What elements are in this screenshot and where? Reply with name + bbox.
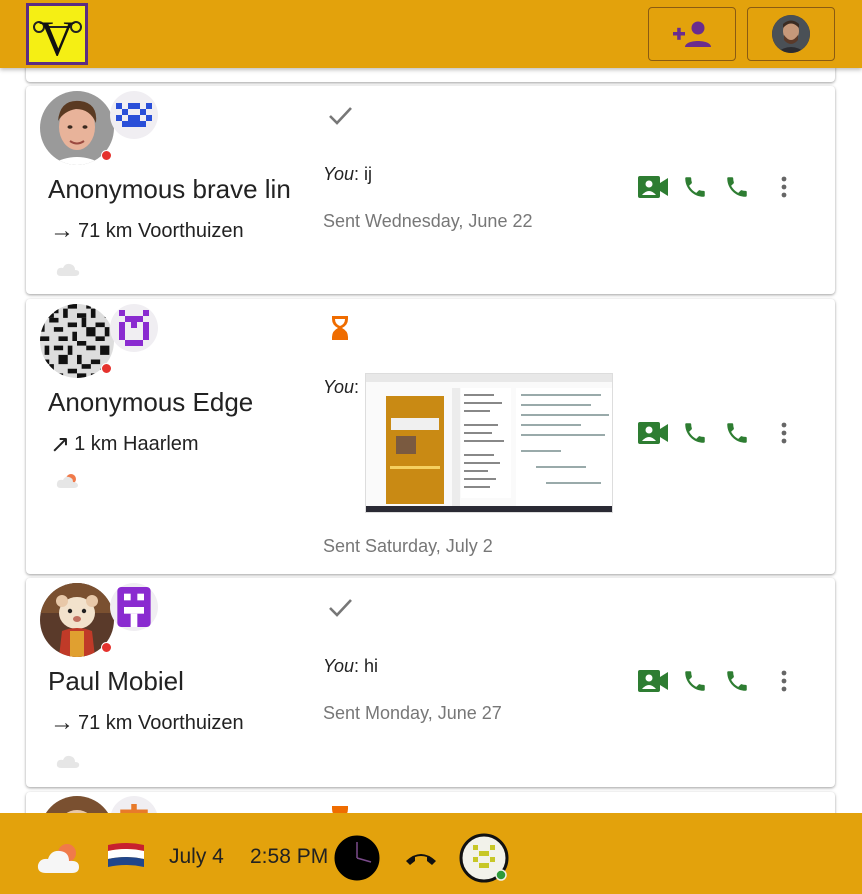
message-image-thumbnail[interactable] — [365, 373, 613, 513]
netherlands-flag-icon[interactable] — [106, 841, 146, 871]
contact-card[interactable]: Paul Mobiel → 71 km Voorthuizen You: hi … — [26, 578, 835, 787]
contact-actions — [638, 172, 799, 202]
video-call-button[interactable] — [638, 172, 668, 202]
check-icon — [329, 599, 352, 617]
status-dot — [101, 363, 112, 374]
video-call-icon — [638, 670, 668, 692]
cloudy-icon[interactable] — [37, 841, 83, 875]
logo-letter: V — [39, 10, 75, 62]
identicon — [110, 583, 158, 631]
arrow-right-icon: → — [50, 709, 74, 736]
self-identicon-button[interactable] — [459, 833, 509, 883]
contact-distance: → 71 km Voorthuizen — [50, 217, 244, 245]
message-text: : hi — [354, 656, 379, 676]
call-button[interactable] — [680, 172, 710, 202]
identicon — [110, 91, 158, 139]
phone-icon — [727, 423, 747, 443]
clock-icon[interactable] — [333, 834, 381, 882]
contact-distance: → 71 km Voorthuizen — [50, 709, 244, 737]
phone-icon — [727, 177, 747, 197]
more-vertical-icon — [781, 670, 787, 692]
sent-time: Sent Monday, June 27 — [323, 703, 502, 723]
distance-text: 1 km Haarlem — [74, 433, 199, 455]
current-date: July 4 — [169, 845, 224, 868]
phone-icon — [685, 671, 705, 691]
profile-button[interactable] — [747, 7, 835, 61]
hangup-icon[interactable] — [404, 849, 438, 867]
phone-icon — [685, 423, 705, 443]
message-sender: You — [323, 656, 355, 676]
contact-distance: ↗ 1 km Haarlem — [50, 430, 199, 459]
arrow-up-right-icon: ↗ — [50, 431, 71, 458]
last-message: You: hi — [323, 656, 378, 677]
distance-text: 71 km Voorthuizen — [78, 711, 244, 734]
phone-icon — [727, 671, 747, 691]
distance-text: 71 km Voorthuizen — [78, 219, 244, 242]
sent-time: Sent Saturday, July 2 — [323, 536, 493, 556]
contact-actions — [638, 418, 799, 448]
add-contact-button[interactable] — [648, 7, 736, 61]
current-time: 2:58 PM — [250, 845, 329, 868]
message-sender: You — [323, 164, 355, 184]
contact-name[interactable]: Paul Mobiel — [48, 666, 310, 697]
more-options-button[interactable] — [769, 418, 799, 448]
message-text: : ij — [354, 164, 373, 184]
more-vertical-icon — [781, 176, 787, 198]
check-icon — [329, 107, 352, 125]
message-text: : — [354, 377, 360, 397]
video-call-button[interactable] — [638, 418, 668, 448]
video-call-button[interactable] — [638, 666, 668, 696]
phone-icon — [685, 177, 705, 197]
identicon — [459, 833, 509, 883]
message-sender: You — [323, 377, 355, 397]
more-vertical-icon — [781, 422, 787, 444]
cloud-icon — [56, 755, 80, 768]
video-call-icon — [638, 176, 668, 198]
cloud-sun-icon — [56, 474, 78, 488]
call-alt-button[interactable] — [722, 666, 752, 696]
top-bar: V — [0, 0, 862, 68]
last-message: You: — [323, 377, 359, 398]
call-alt-button[interactable] — [722, 418, 752, 448]
more-options-button[interactable] — [769, 172, 799, 202]
cloud-icon — [56, 263, 80, 276]
avatar — [772, 15, 810, 53]
last-message: You: ij — [323, 164, 372, 185]
contact-name[interactable]: Anonymous brave lin — [48, 174, 310, 205]
contact-actions — [638, 666, 799, 696]
more-options-button[interactable] — [769, 666, 799, 696]
call-alt-button[interactable] — [722, 172, 752, 202]
contact-name[interactable]: Anonymous Edge — [48, 387, 310, 418]
app-logo[interactable]: V — [26, 3, 88, 66]
arrow-right-icon: → — [50, 217, 74, 244]
contact-card[interactable]: Anonymous brave lin → 71 km Voorthuizen … — [26, 86, 835, 294]
status-dot — [101, 642, 112, 653]
hourglass-icon — [332, 316, 348, 340]
identicon — [110, 304, 158, 352]
sent-time: Sent Wednesday, June 22 — [323, 211, 533, 231]
call-button[interactable] — [680, 418, 710, 448]
video-call-icon — [638, 422, 668, 444]
bottom-bar: July 4 2:58 PM — [0, 813, 862, 894]
status-dot — [101, 150, 112, 161]
call-button[interactable] — [680, 666, 710, 696]
contact-card[interactable]: Anonymous Edge ↗ 1 km Haarlem You: Sent … — [26, 299, 835, 574]
person-add-icon — [673, 21, 711, 47]
